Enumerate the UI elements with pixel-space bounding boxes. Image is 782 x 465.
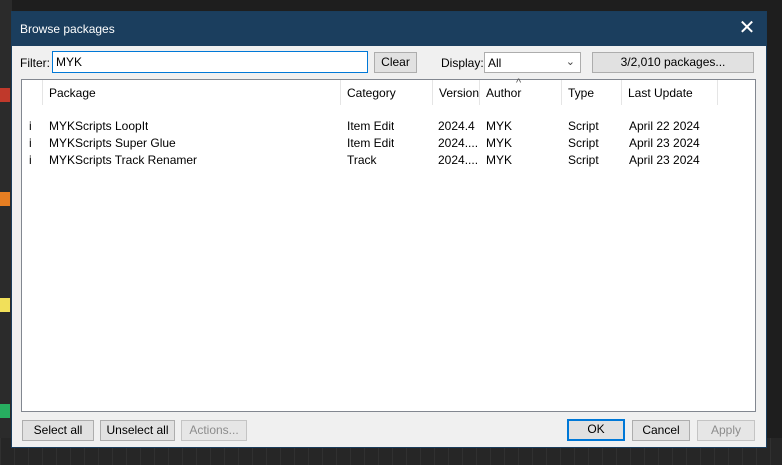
- filter-label: Filter:: [20, 56, 50, 70]
- row-author: MYK: [486, 136, 513, 150]
- row-type: Script: [568, 136, 599, 150]
- meter-green: [0, 404, 10, 418]
- row-package: MYKScripts LoopIt: [49, 119, 149, 133]
- unselect-all-button[interactable]: Unselect all: [100, 420, 175, 441]
- row-package: MYKScripts Super Glue: [49, 136, 176, 150]
- row-author: MYK: [486, 119, 513, 133]
- column-header-type[interactable]: Type: [562, 80, 622, 105]
- table-row[interactable]: i MYKScripts Track Renamer Track 2024...…: [22, 152, 755, 169]
- meter-red: [0, 88, 10, 102]
- filter-input[interactable]: [52, 51, 368, 73]
- column-header-flag[interactable]: [22, 80, 43, 105]
- row-category: Item Edit: [347, 119, 395, 133]
- meter-yellow: [0, 298, 10, 312]
- row-version: 2024....: [438, 153, 478, 167]
- row-last-update: April 23 2024: [629, 153, 700, 167]
- row-flag: i: [29, 136, 32, 150]
- row-flag: i: [29, 153, 32, 167]
- meter-orange: [0, 192, 10, 206]
- ok-button[interactable]: OK: [567, 419, 625, 441]
- select-all-button[interactable]: Select all: [22, 420, 94, 441]
- row-category: Item Edit: [347, 136, 395, 150]
- row-flag: i: [29, 119, 32, 133]
- column-header-version[interactable]: Version: [433, 80, 480, 105]
- row-version: 2024.4: [438, 119, 475, 133]
- row-author: MYK: [486, 153, 513, 167]
- row-version: 2024....: [438, 136, 478, 150]
- packages-list[interactable]: Package Category Version Author ^ Type L…: [21, 77, 756, 412]
- apply-button[interactable]: Apply: [697, 420, 755, 441]
- package-count-button[interactable]: 3/2,010 packages...: [592, 52, 754, 73]
- title-bar: Browse packages ✕: [12, 12, 766, 46]
- row-type: Script: [568, 153, 599, 167]
- display-label: Display:: [441, 56, 484, 70]
- column-header-package[interactable]: Package: [43, 80, 341, 105]
- close-icon[interactable]: ✕: [736, 17, 758, 39]
- display-selected-value: All: [488, 56, 502, 70]
- row-category: Track: [347, 153, 377, 167]
- row-last-update: April 22 2024: [629, 119, 700, 133]
- cancel-button[interactable]: Cancel: [632, 420, 690, 441]
- column-header-category[interactable]: Category: [341, 80, 433, 105]
- actions-button[interactable]: Actions...: [181, 420, 247, 441]
- list-header: Package Category Version Author ^ Type L…: [22, 77, 755, 105]
- clear-button[interactable]: Clear: [374, 52, 417, 73]
- column-header-last-update[interactable]: Last Update: [622, 80, 718, 105]
- dialog-title: Browse packages: [20, 22, 115, 36]
- display-select[interactable]: All ⌄: [484, 52, 581, 73]
- row-package: MYKScripts Track Renamer: [49, 153, 198, 167]
- sort-ascending-icon: ^: [516, 77, 522, 89]
- row-last-update: April 23 2024: [629, 136, 700, 150]
- chevron-down-icon: ⌄: [565, 56, 575, 68]
- row-type: Script: [568, 119, 599, 133]
- browse-packages-dialog: Browse packages ✕ Filter: Clear Display:…: [11, 11, 767, 448]
- table-row[interactable]: i MYKScripts LoopIt Item Edit 2024.4 MYK…: [22, 118, 755, 135]
- table-row[interactable]: i MYKScripts Super Glue Item Edit 2024..…: [22, 135, 755, 152]
